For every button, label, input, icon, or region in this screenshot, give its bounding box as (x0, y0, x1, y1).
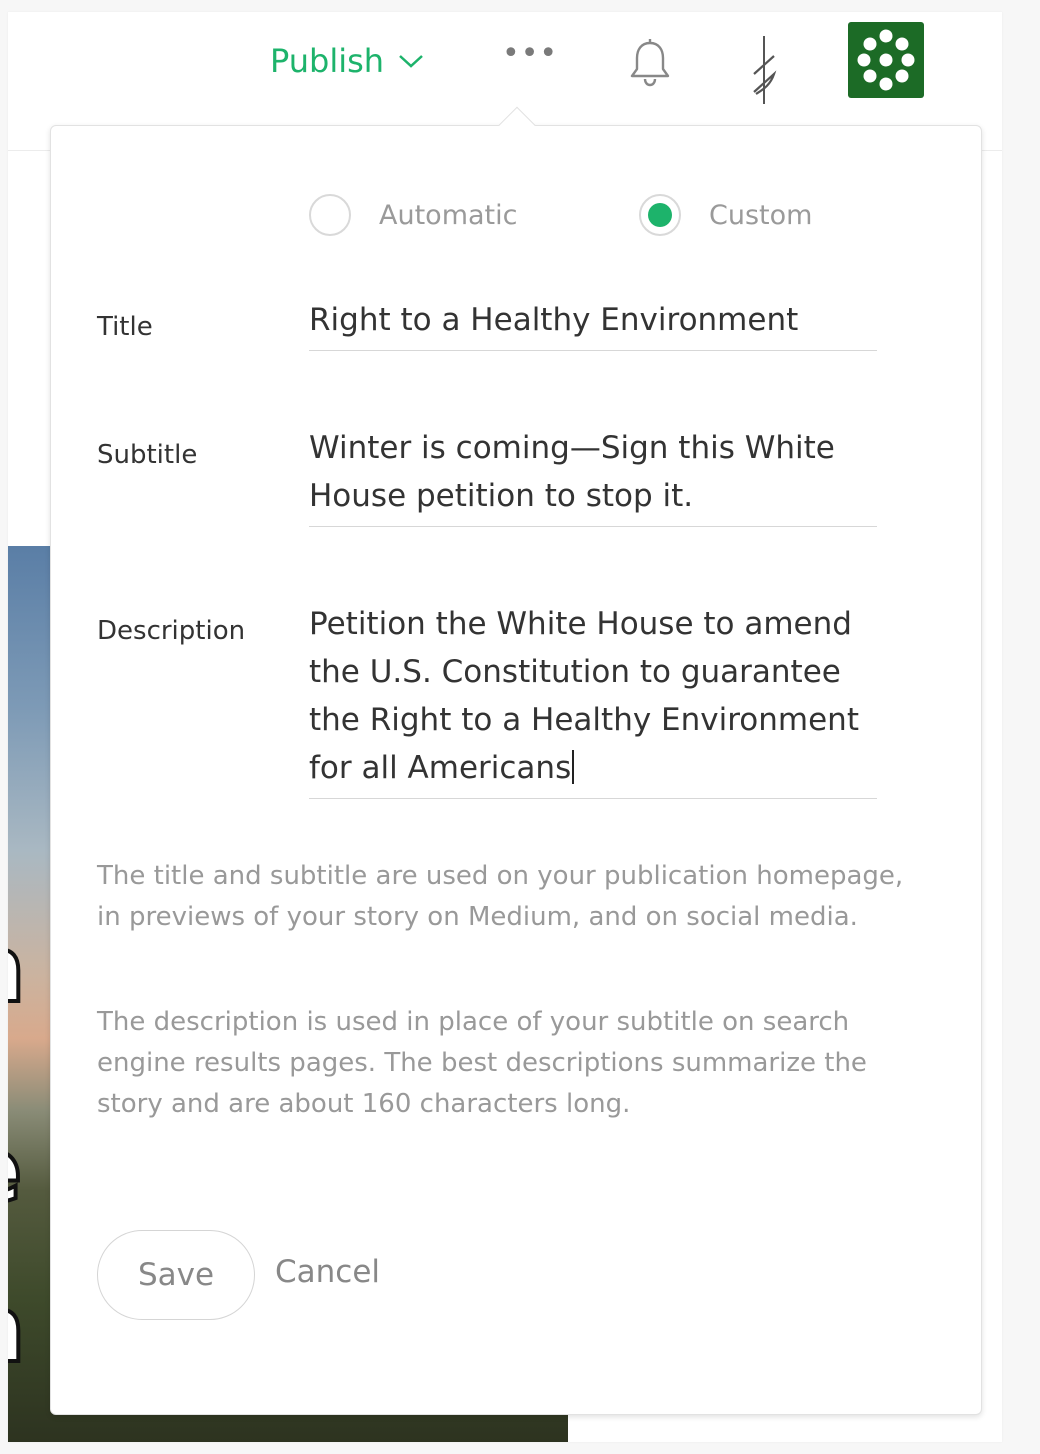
publish-label: Publish (270, 42, 385, 80)
story-settings-popover: Automatic Custom Title Right to a Health… (50, 106, 982, 1415)
publication-avatar[interactable] (848, 22, 924, 98)
title-label: Title (97, 312, 153, 342)
title-field[interactable]: Right to a Healthy Environment (309, 296, 877, 351)
notifications-button[interactable] (628, 38, 672, 92)
cancel-button[interactable]: Cancel (275, 1254, 380, 1290)
description-label: Description (97, 616, 246, 646)
subtitle-label: Subtitle (97, 440, 198, 470)
more-options-button[interactable]: ••• (502, 36, 558, 71)
radio-circle-custom (639, 194, 681, 236)
title-mode-selector: Automatic Custom (309, 194, 869, 240)
description-help-text: The description is used in place of your… (97, 1007, 867, 1119)
radio-circle-automatic (309, 194, 351, 236)
custom-radio[interactable]: Custom (639, 194, 812, 236)
custom-label: Custom (709, 199, 813, 231)
automatic-label: Automatic (379, 199, 518, 231)
more-icon: ••• (502, 36, 559, 71)
title-value: Right to a Healthy Environment (309, 302, 799, 338)
automatic-radio[interactable]: Automatic (309, 194, 517, 236)
title-help-text: The title and subtitle are used on your … (97, 861, 904, 932)
description-field[interactable]: Petition the White House to amend the U.… (309, 600, 877, 799)
publication-logo-icon (857, 29, 915, 91)
chevron-down-icon (399, 55, 423, 68)
subtitle-field[interactable]: Winter is coming—Sign this White House p… (309, 424, 877, 527)
bookmark-feather-icon (753, 36, 777, 104)
editor-window: n e n Publish ••• (8, 12, 1002, 1442)
highlights-button[interactable] (748, 34, 778, 110)
bell-icon (630, 39, 670, 87)
publish-button[interactable]: Publish (270, 42, 424, 80)
save-button[interactable]: Save (97, 1230, 255, 1320)
popover-caret (498, 106, 536, 144)
text-cursor (572, 750, 575, 784)
subtitle-value: Winter is coming—Sign this White House p… (309, 430, 835, 514)
description-value: Petition the White House to amend the U.… (309, 606, 859, 786)
